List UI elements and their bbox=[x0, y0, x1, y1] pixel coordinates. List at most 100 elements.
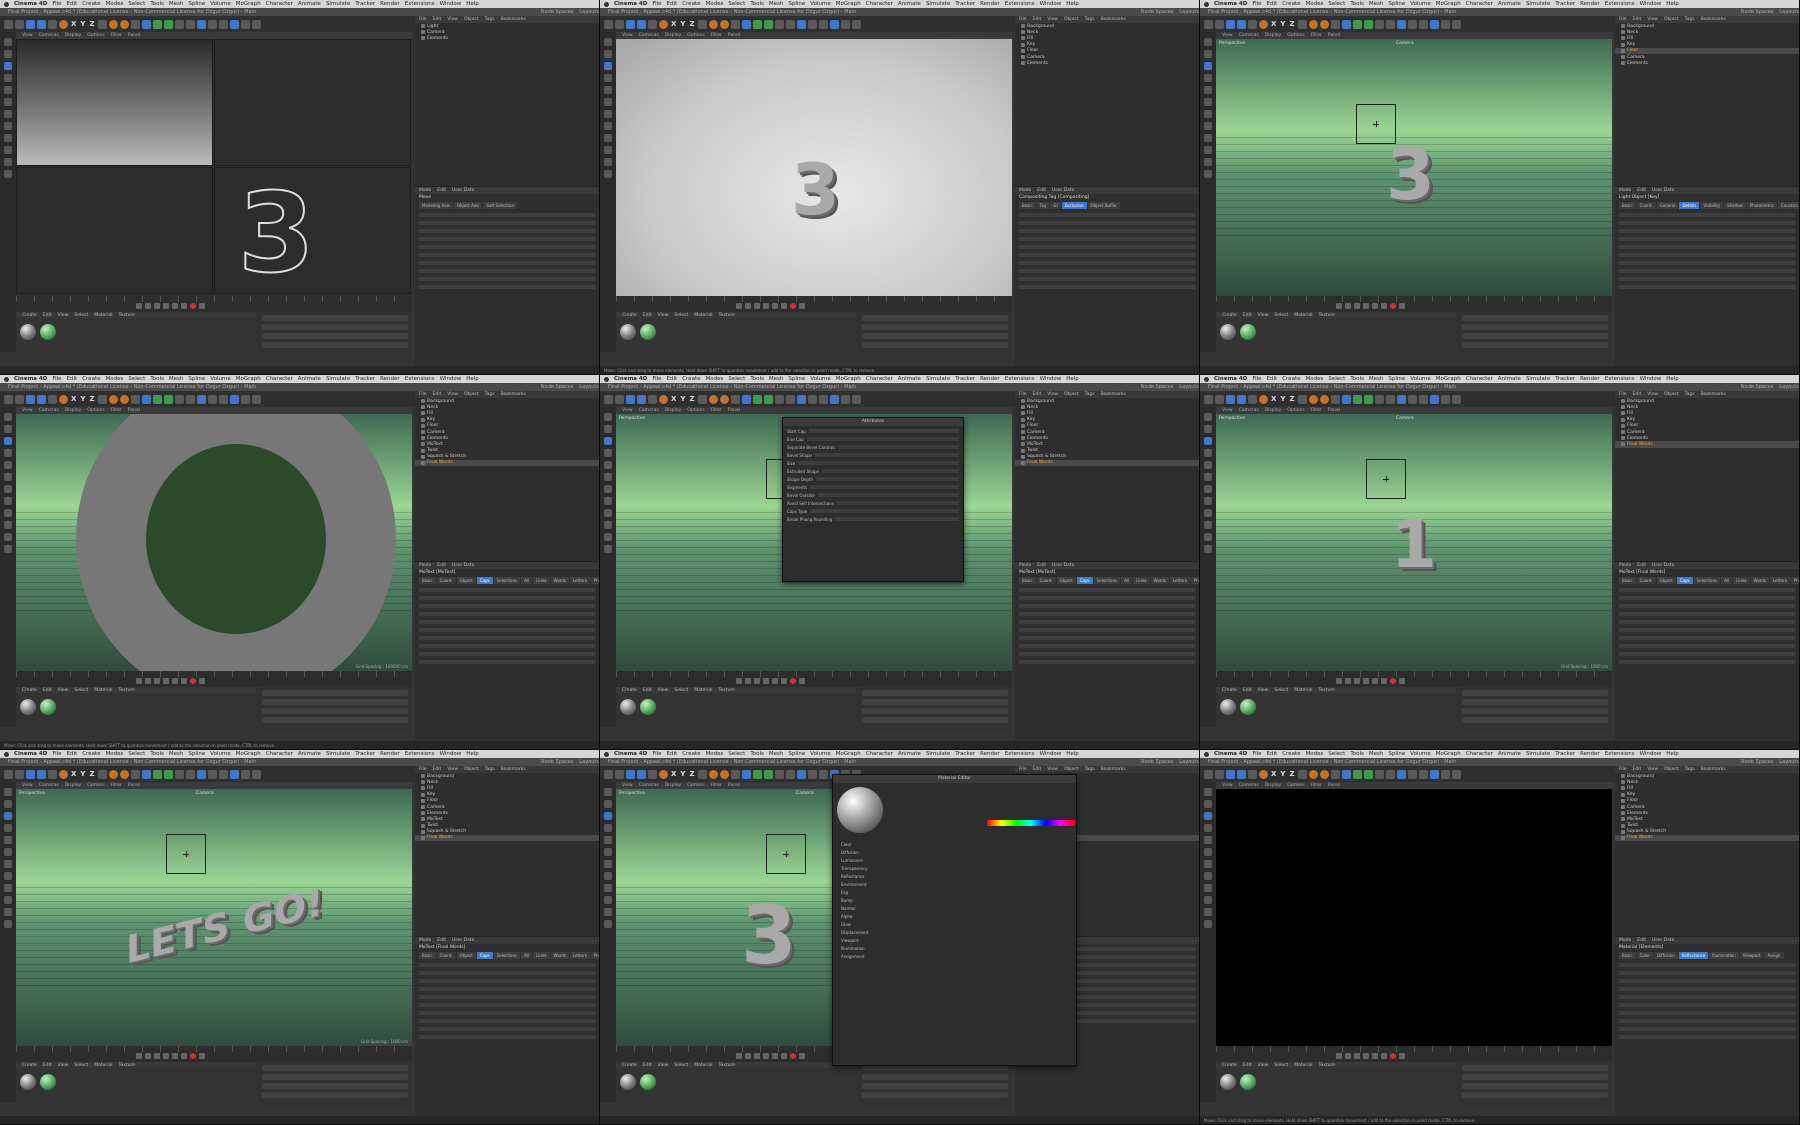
menu-animate[interactable]: Animate bbox=[898, 1, 921, 7]
axis-y-lock-button[interactable]: Y bbox=[679, 395, 686, 403]
mode-icon[interactable] bbox=[4, 884, 12, 892]
coordinate-field[interactable] bbox=[862, 717, 1008, 723]
attribute-tab[interactable]: Letters bbox=[1169, 577, 1190, 584]
tool-icon[interactable] bbox=[251, 394, 261, 404]
object-name[interactable]: Fill bbox=[427, 411, 433, 416]
timeline-ruler[interactable] bbox=[616, 296, 1012, 302]
material-channel-label[interactable]: Diffusion bbox=[841, 850, 859, 855]
axis-x-lock-button[interactable]: X bbox=[670, 770, 677, 778]
tool-icon[interactable] bbox=[185, 394, 195, 404]
attribute-field[interactable] bbox=[1619, 1018, 1795, 1024]
object-name[interactable]: Floor bbox=[1627, 48, 1638, 53]
menu-mograph[interactable]: MoGraph bbox=[1436, 751, 1461, 757]
material-menu-select[interactable]: Select bbox=[74, 313, 88, 318]
object-menu-file[interactable]: File bbox=[1019, 767, 1027, 772]
mode-icon[interactable] bbox=[604, 62, 612, 70]
tool-icon[interactable] bbox=[1237, 19, 1246, 29]
mode-icon[interactable] bbox=[604, 800, 612, 808]
mode-icon[interactable] bbox=[4, 860, 12, 868]
mode-icon[interactable] bbox=[4, 824, 12, 832]
attribute-value-bar[interactable] bbox=[1619, 213, 1795, 217]
tool-icon[interactable] bbox=[1237, 394, 1246, 404]
tool-icon[interactable] bbox=[615, 769, 624, 779]
tool-icon[interactable] bbox=[229, 394, 239, 404]
tool-icon[interactable] bbox=[59, 394, 68, 404]
material-menu-select[interactable]: Select bbox=[674, 313, 688, 318]
layouts-label[interactable]: Layouts bbox=[579, 384, 599, 390]
menu-select[interactable]: Select bbox=[728, 376, 745, 382]
attribute-tab[interactable]: Lines bbox=[533, 577, 550, 584]
object-menu-tags[interactable]: Tags bbox=[485, 392, 495, 397]
apple-icon[interactable] bbox=[604, 376, 609, 382]
coordinate-field[interactable] bbox=[1462, 1065, 1608, 1071]
node-spaces-label[interactable]: Node Spaces bbox=[1741, 9, 1773, 15]
object-name[interactable]: Background bbox=[1627, 399, 1654, 404]
tool-icon[interactable] bbox=[1429, 19, 1439, 29]
tool-icon[interactable] bbox=[97, 769, 107, 779]
tool-icon[interactable] bbox=[626, 19, 635, 29]
playback-button[interactable] bbox=[1354, 1053, 1360, 1059]
tool-icon[interactable] bbox=[637, 769, 646, 779]
viewport-menu-display[interactable]: Display bbox=[65, 783, 82, 788]
object-name[interactable]: Final Words bbox=[427, 460, 453, 465]
viewport-menu-panel[interactable]: Panel bbox=[728, 33, 740, 38]
object-name[interactable]: Final Words bbox=[427, 835, 453, 840]
viewport-menu-panel[interactable]: Panel bbox=[128, 33, 140, 38]
viewport-menu-options[interactable]: Options bbox=[87, 783, 104, 788]
tool-icon[interactable] bbox=[1226, 19, 1235, 29]
mode-icon[interactable] bbox=[4, 509, 12, 517]
apple-icon[interactable] bbox=[4, 376, 9, 382]
object-menu-edit[interactable]: Edit bbox=[1033, 17, 1042, 22]
mode-icon[interactable] bbox=[604, 812, 612, 820]
object-name[interactable]: Twist bbox=[427, 448, 438, 453]
object-menu-file[interactable]: File bbox=[1019, 392, 1027, 397]
attribute-value-bar[interactable] bbox=[1019, 277, 1195, 281]
mode-icon[interactable] bbox=[1204, 836, 1212, 844]
menu-select[interactable]: Select bbox=[1328, 751, 1345, 757]
mode-icon[interactable] bbox=[4, 425, 12, 433]
attribute-value-bar[interactable] bbox=[1619, 277, 1795, 281]
mode-icon[interactable] bbox=[4, 170, 12, 178]
attribute-value-bar[interactable] bbox=[1619, 245, 1795, 249]
attribute-tab[interactable]: Letters bbox=[1769, 577, 1790, 584]
mode-icon[interactable] bbox=[604, 110, 612, 118]
viewport-camera-label[interactable]: Camera bbox=[1396, 41, 1414, 46]
timeline[interactable] bbox=[616, 296, 1012, 312]
object-row[interactable]: Final Words bbox=[415, 834, 599, 842]
menu-character[interactable]: Character bbox=[1466, 751, 1493, 757]
attribute-value-bar[interactable] bbox=[419, 644, 595, 648]
tool-icon[interactable] bbox=[240, 769, 250, 779]
app-name[interactable]: Cinema 4D bbox=[14, 751, 47, 757]
menu-file[interactable]: File bbox=[1252, 376, 1261, 382]
menu-create[interactable]: Create bbox=[682, 751, 700, 757]
mode-icon[interactable] bbox=[4, 920, 12, 928]
mode-icon[interactable] bbox=[1204, 449, 1212, 457]
object-menu-view[interactable]: View bbox=[1047, 392, 1058, 397]
attribute-value-bar[interactable] bbox=[1019, 628, 1195, 632]
object-row[interactable]: Elements bbox=[415, 35, 599, 41]
mode-icon[interactable] bbox=[1204, 872, 1212, 880]
material-menu-select[interactable]: Select bbox=[1274, 313, 1288, 318]
mode-icon[interactable] bbox=[4, 449, 12, 457]
object-menu-view[interactable]: View bbox=[1047, 17, 1058, 22]
axis-z-lock-button[interactable]: Z bbox=[1288, 395, 1295, 403]
viewport-menu-view[interactable]: View bbox=[1222, 783, 1233, 788]
playback-button[interactable] bbox=[1354, 303, 1360, 309]
material-menu-texture[interactable]: Texture bbox=[119, 1063, 135, 1068]
playback-button[interactable] bbox=[1372, 303, 1378, 309]
attribute-tab[interactable]: Details bbox=[1679, 202, 1700, 209]
attribute-value-bar[interactable] bbox=[419, 652, 595, 656]
object-menu-file[interactable]: File bbox=[1619, 17, 1627, 22]
material-menu-edit[interactable]: Edit bbox=[1243, 1063, 1252, 1068]
coordinate-field[interactable] bbox=[862, 1092, 1008, 1098]
tool-icon[interactable] bbox=[1341, 19, 1351, 29]
attribute-field[interactable] bbox=[419, 651, 595, 657]
material-menu-texture[interactable]: Texture bbox=[119, 313, 135, 318]
material-menu-select[interactable]: Select bbox=[674, 1063, 688, 1068]
attribute-field[interactable] bbox=[419, 284, 595, 290]
tool-icon[interactable] bbox=[196, 394, 206, 404]
tool-icon[interactable] bbox=[807, 769, 817, 779]
viewport-camera-label[interactable]: Camera bbox=[196, 791, 214, 796]
menu-tools[interactable]: Tools bbox=[150, 751, 164, 757]
tool-icon[interactable] bbox=[1259, 394, 1268, 404]
